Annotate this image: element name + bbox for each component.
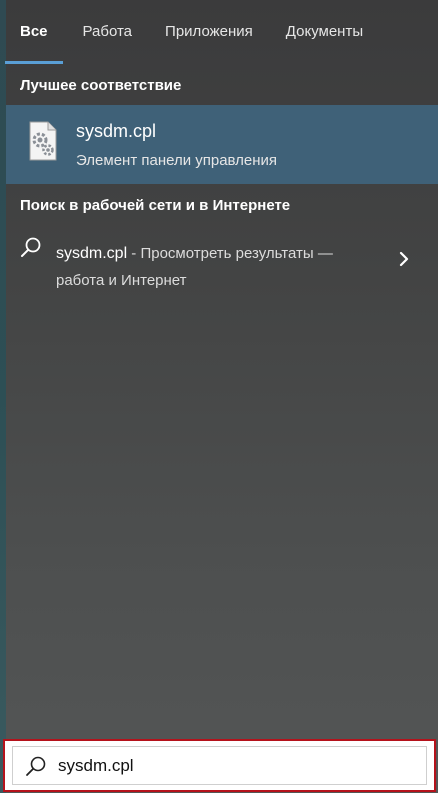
control-panel-file-icon (29, 121, 57, 161)
search-icon (26, 756, 46, 776)
chevron-right-icon[interactable] (398, 250, 410, 268)
search-panel: Все Работа Приложения Документы Лучшее с… (0, 0, 438, 793)
web-search-result[interactable]: sysdm.cpl - Просмотреть результаты — раб… (6, 228, 438, 294)
web-search-suffix: - Просмотреть результаты — (127, 245, 333, 262)
best-match-subtitle: Элемент панели управления (76, 152, 278, 169)
search-icon (21, 237, 41, 257)
search-bar-highlight (3, 739, 436, 792)
web-search-query: sysdm.cpl (56, 245, 128, 262)
tab-documents[interactable]: Документы (286, 0, 363, 64)
tab-apps[interactable]: Приложения (165, 0, 253, 64)
search-input[interactable] (58, 750, 418, 782)
best-match-title: sysdm.cpl (76, 121, 157, 141)
filter-tabs: Все Работа Приложения Документы (5, 0, 396, 64)
tab-all[interactable]: Все (5, 0, 63, 64)
web-search-text: sysdm.cpl - Просмотреть результаты — раб… (56, 240, 376, 294)
search-bar[interactable] (12, 746, 427, 785)
web-search-header: Поиск в рабочей сети и в Интернете (20, 197, 291, 214)
best-match-result[interactable]: sysdm.cpl Элемент панели управления (6, 105, 438, 184)
web-search-suffix-line2: работа и Интернет (56, 272, 187, 289)
tab-work[interactable]: Работа (83, 0, 133, 64)
best-match-header: Лучшее соответствие (20, 77, 182, 94)
